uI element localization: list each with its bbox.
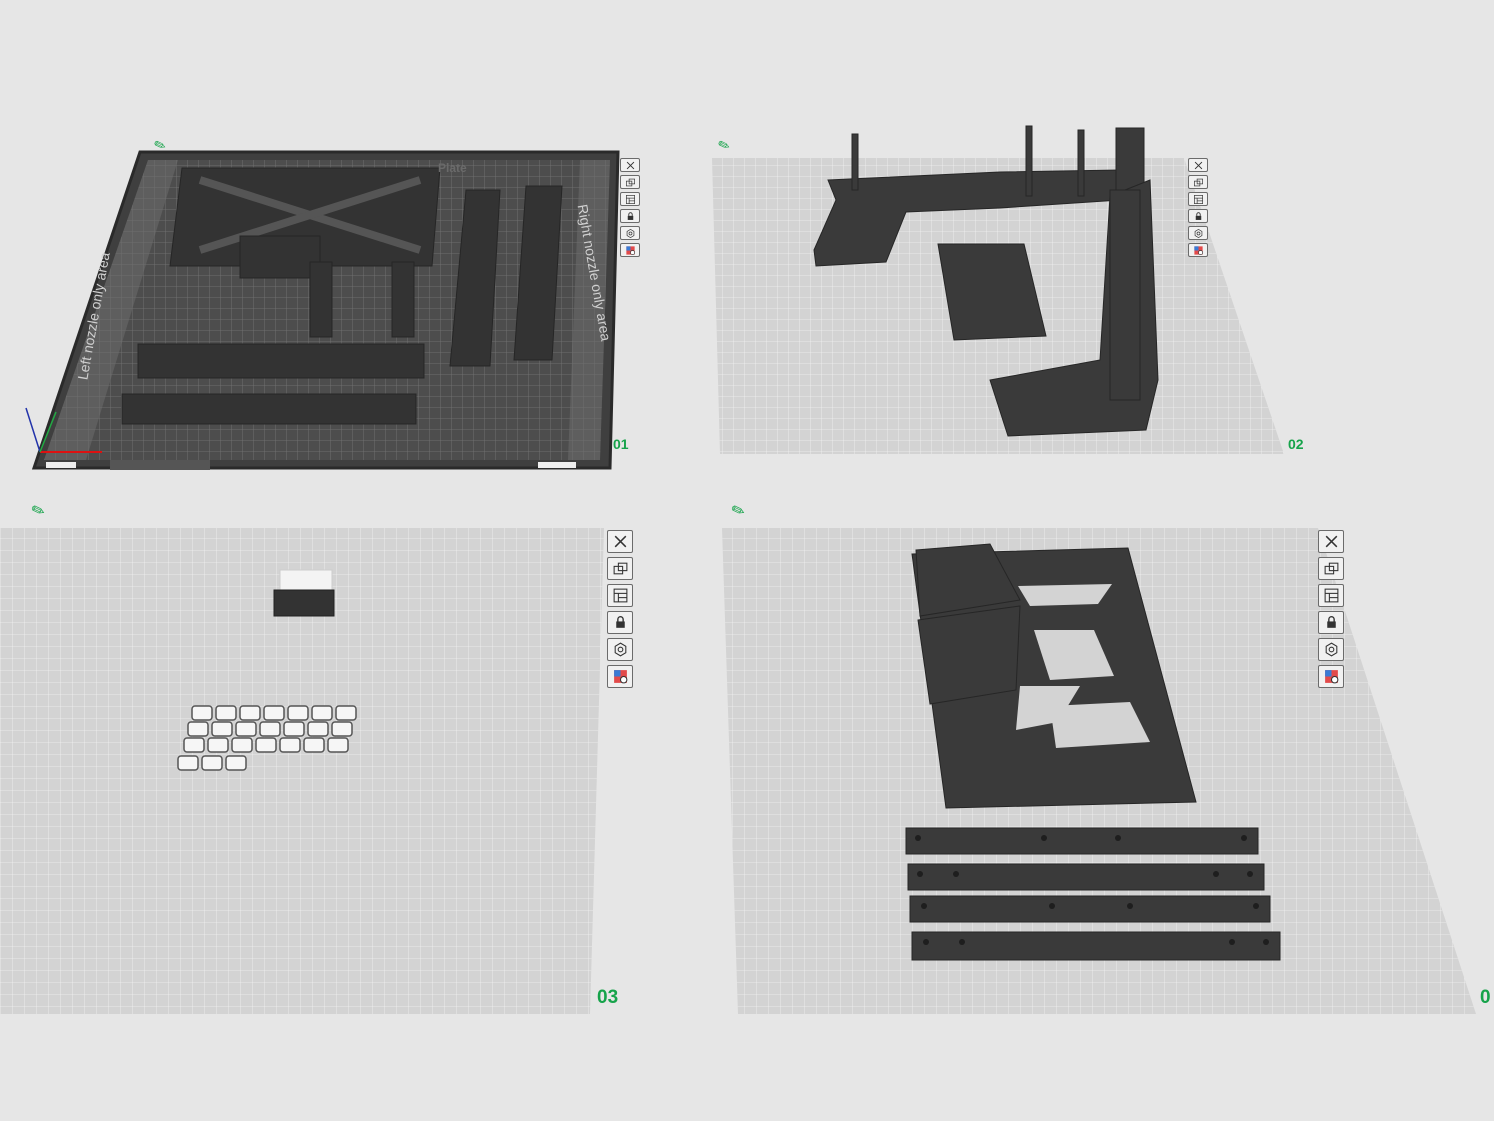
orient-button[interactable] [1318, 557, 1344, 580]
arrange-button[interactable] [1318, 584, 1344, 607]
settings-icon [1194, 228, 1202, 238]
orient-icon [1324, 562, 1338, 575]
arrange-button[interactable] [620, 192, 640, 206]
close-button[interactable] [1318, 530, 1344, 553]
lock-icon [627, 211, 633, 220]
settings-button[interactable] [1318, 638, 1344, 661]
close-icon [626, 161, 634, 169]
plate-02-toolbar [1188, 158, 1208, 257]
lock-button[interactable] [620, 209, 640, 223]
plate-04-bed[interactable] [720, 490, 1494, 1121]
plate-type-icon [1324, 670, 1338, 684]
plate-03-number: 03 [597, 987, 619, 1008]
plate-03[interactable]: ✎ 03 [0, 490, 720, 1121]
close-icon [1194, 161, 1202, 169]
plate-01[interactable]: ✎ Left nozzle only area Right nozzle onl… [0, 0, 700, 490]
close-button[interactable] [607, 530, 633, 553]
arrange-icon [613, 588, 627, 603]
lock-button[interactable] [1318, 611, 1344, 634]
arrange-button[interactable] [1188, 192, 1208, 206]
plate-01-number: 01 [613, 436, 629, 452]
arrange-icon [625, 194, 635, 204]
plate-02-bed[interactable] [700, 0, 1494, 490]
plate-type-button[interactable] [620, 243, 640, 257]
close-button[interactable] [620, 158, 640, 172]
plate-04-number: 0 [1480, 987, 1491, 1008]
close-icon [1325, 535, 1337, 548]
lock-button[interactable] [1188, 209, 1208, 223]
lock-icon [615, 616, 625, 628]
plate-02[interactable]: ✎ 02 [700, 0, 1494, 490]
lock-button[interactable] [607, 611, 633, 634]
plate-01-bed-title: Plate [438, 161, 467, 175]
orient-button[interactable] [620, 175, 640, 189]
settings-icon [1325, 642, 1337, 657]
settings-icon [614, 642, 626, 657]
orient-icon [625, 178, 635, 186]
plate-04-toolbar [1318, 530, 1344, 688]
plate-type-icon [1193, 245, 1203, 255]
orient-button[interactable] [1188, 175, 1208, 189]
lock-icon [1195, 211, 1201, 220]
plate-03-toolbar [607, 530, 633, 688]
lock-icon [1326, 616, 1336, 628]
settings-button[interactable] [1188, 226, 1208, 240]
close-icon [614, 535, 626, 548]
orient-button[interactable] [607, 557, 633, 580]
plate-01-toolbar [620, 158, 640, 257]
orient-icon [1193, 178, 1203, 186]
close-button[interactable] [1188, 158, 1208, 172]
plate-type-icon [613, 670, 627, 684]
settings-icon [626, 228, 634, 238]
plate-type-icon [625, 245, 635, 255]
plate-02-number: 02 [1288, 436, 1304, 452]
arrange-button[interactable] [607, 584, 633, 607]
plate-type-button[interactable] [1318, 665, 1344, 688]
settings-button[interactable] [620, 226, 640, 240]
arrange-icon [1193, 194, 1203, 204]
arrange-icon [1324, 588, 1338, 603]
plate-04[interactable]: ✎ 0 [720, 490, 1494, 1121]
plate-type-button[interactable] [1188, 243, 1208, 257]
orient-icon [613, 562, 627, 575]
settings-button[interactable] [607, 638, 633, 661]
plate-type-button[interactable] [607, 665, 633, 688]
